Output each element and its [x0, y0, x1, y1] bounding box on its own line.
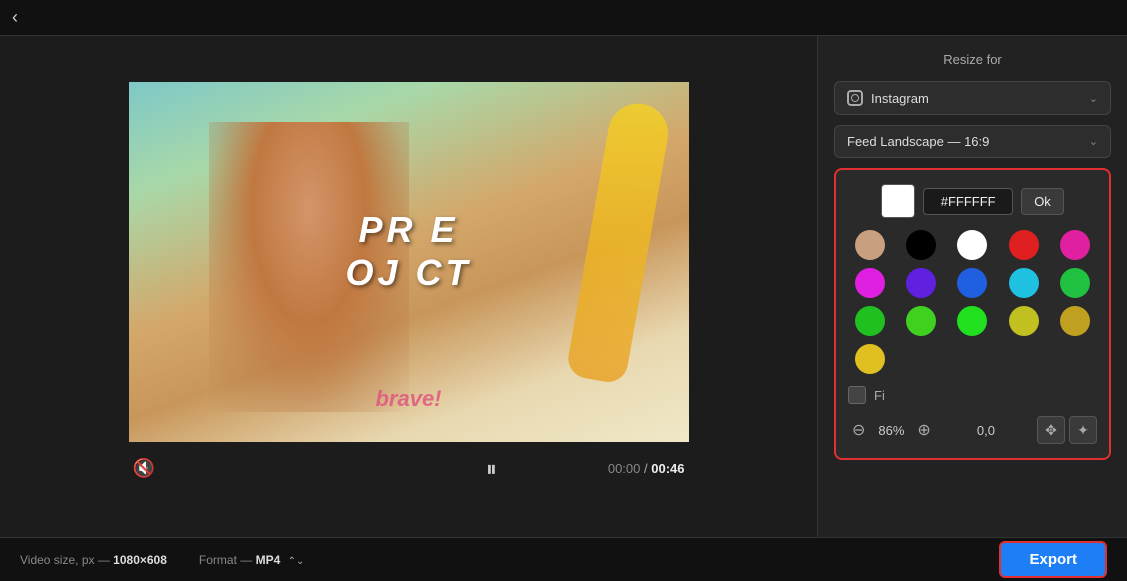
fill-row: Fi: [848, 386, 1097, 404]
export-button[interactable]: Export: [999, 541, 1107, 578]
color-dot-green[interactable]: [1060, 268, 1090, 298]
color-dot-bright-green[interactable]: [855, 306, 885, 336]
color-dot-red[interactable]: [1009, 230, 1039, 260]
main-area: PR E OJ CT brave! 🔇 ⏸ 00:00 / 00:46 Resi…: [0, 36, 1127, 537]
format-chevron: ⌄: [1089, 135, 1098, 148]
color-dot-white[interactable]: [957, 230, 987, 260]
color-picker-panel: Ok Fi ⊖ 86% ⊕ 0,0 ✥ ✦: [834, 168, 1111, 460]
controls-left: 🔇: [133, 458, 155, 479]
zoom-out-button[interactable]: ⊖: [848, 418, 869, 442]
color-dot-lime[interactable]: [906, 306, 936, 336]
video-preview: PR E OJ CT brave!: [129, 82, 689, 442]
format-label: Feed Landscape — 16:9: [847, 134, 989, 149]
video-thumbnail: PR E OJ CT brave!: [129, 82, 689, 442]
move-icon[interactable]: ✥: [1037, 416, 1065, 444]
color-dot-blue[interactable]: [957, 268, 987, 298]
back-button[interactable]: ‹: [12, 7, 18, 28]
fill-checkbox[interactable]: [848, 386, 866, 404]
platform-dropdown-left: Instagram: [847, 90, 929, 106]
format-label-text: Format —: [199, 553, 252, 567]
format-dropdown[interactable]: Feed Landscape — 16:9 ⌄: [834, 125, 1111, 158]
play-button[interactable]: ⏸: [486, 456, 497, 482]
mute-icon[interactable]: 🔇: [133, 458, 155, 479]
zoom-group: ⊖ 86% ⊕: [848, 418, 935, 442]
ok-button[interactable]: Ok: [1021, 188, 1064, 215]
video-size-label: Video size, px —: [20, 553, 110, 567]
platform-chevron: ⌄: [1089, 92, 1098, 105]
format-value: MP4: [256, 553, 281, 567]
color-swatch-large[interactable]: [881, 184, 915, 218]
zoom-percent: 86%: [873, 423, 909, 438]
time-total: 00:46: [651, 461, 684, 476]
format-chevron-icon[interactable]: ⌃⌄: [288, 556, 305, 567]
coordinates: 0,0: [977, 423, 995, 438]
right-panel: Resize for Instagram ⌄ Feed Landscape — …: [817, 36, 1127, 537]
bottom-bar: Video size, px — 1080×608 Format — MP4 ⌃…: [0, 537, 1127, 581]
hex-row: Ok: [848, 184, 1097, 218]
color-dot-cyan[interactable]: [1009, 268, 1039, 298]
hex-input[interactable]: [923, 188, 1013, 215]
brave-text: brave!: [375, 386, 441, 412]
color-dot-black[interactable]: [906, 230, 936, 260]
color-grid: [848, 230, 1097, 374]
zoom-in-button[interactable]: ⊕: [913, 418, 934, 442]
video-size-value: 1080×608: [113, 553, 167, 567]
platform-dropdown[interactable]: Instagram ⌄: [834, 81, 1111, 115]
time-display: 00:00 / 00:46: [608, 461, 685, 476]
project-text: PR E OJ CT: [345, 208, 471, 294]
color-dot-hot-pink[interactable]: [1060, 230, 1090, 260]
controls-bar: 🔇 ⏸ 00:00 / 00:46: [129, 446, 689, 492]
color-dot-vivid-green[interactable]: [957, 306, 987, 336]
color-dot-yellow[interactable]: [855, 344, 885, 374]
format-info: Format — MP4 ⌃⌄: [199, 553, 304, 567]
color-dot-skin-tone[interactable]: [855, 230, 885, 260]
video-size-info: Video size, px — 1080×608: [20, 553, 167, 567]
color-toolbar: ⊖ 86% ⊕ 0,0 ✥ ✦: [848, 416, 1097, 444]
fill-label: Fi: [874, 388, 885, 403]
color-dot-gold[interactable]: [1060, 306, 1090, 336]
instagram-icon: [847, 90, 863, 106]
color-dot-olive[interactable]: [1009, 306, 1039, 336]
time-current: 00:00: [608, 461, 641, 476]
top-bar: ‹: [0, 0, 1127, 36]
color-dot-magenta[interactable]: [855, 268, 885, 298]
magic-icon[interactable]: ✦: [1069, 416, 1097, 444]
platform-label: Instagram: [871, 91, 929, 106]
resize-label: Resize for: [834, 52, 1111, 67]
bottom-info: Video size, px — 1080×608 Format — MP4 ⌃…: [20, 553, 304, 567]
video-area: PR E OJ CT brave! 🔇 ⏸ 00:00 / 00:46: [0, 36, 817, 537]
color-dot-purple[interactable]: [906, 268, 936, 298]
tool-icons-group: ✥ ✦: [1037, 416, 1097, 444]
